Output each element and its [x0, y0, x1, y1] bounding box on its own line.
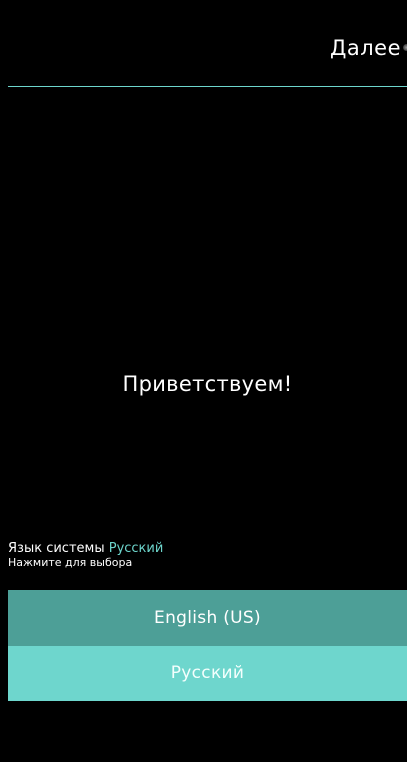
language-option-russian[interactable]: Русский	[8, 646, 407, 701]
next-button[interactable]: Далее	[330, 36, 401, 60]
system-language-label: Язык системы	[8, 541, 105, 556]
language-option-english[interactable]: English (US)	[8, 590, 407, 646]
welcome-title: Приветствуем!	[122, 372, 293, 396]
welcome-screen: Далее Приветствуем! Язык системы Русский…	[8, 8, 407, 762]
system-language-line: Язык системы Русский	[8, 541, 407, 556]
header-divider	[8, 86, 407, 87]
system-language-info[interactable]: Язык системы Русский Нажмите для выбора	[8, 541, 407, 570]
system-language-value: Русский	[108, 541, 164, 556]
top-bar: Далее	[8, 8, 407, 86]
system-language-hint: Нажмите для выбора	[8, 556, 133, 569]
edge-indicator-icon	[403, 44, 407, 51]
